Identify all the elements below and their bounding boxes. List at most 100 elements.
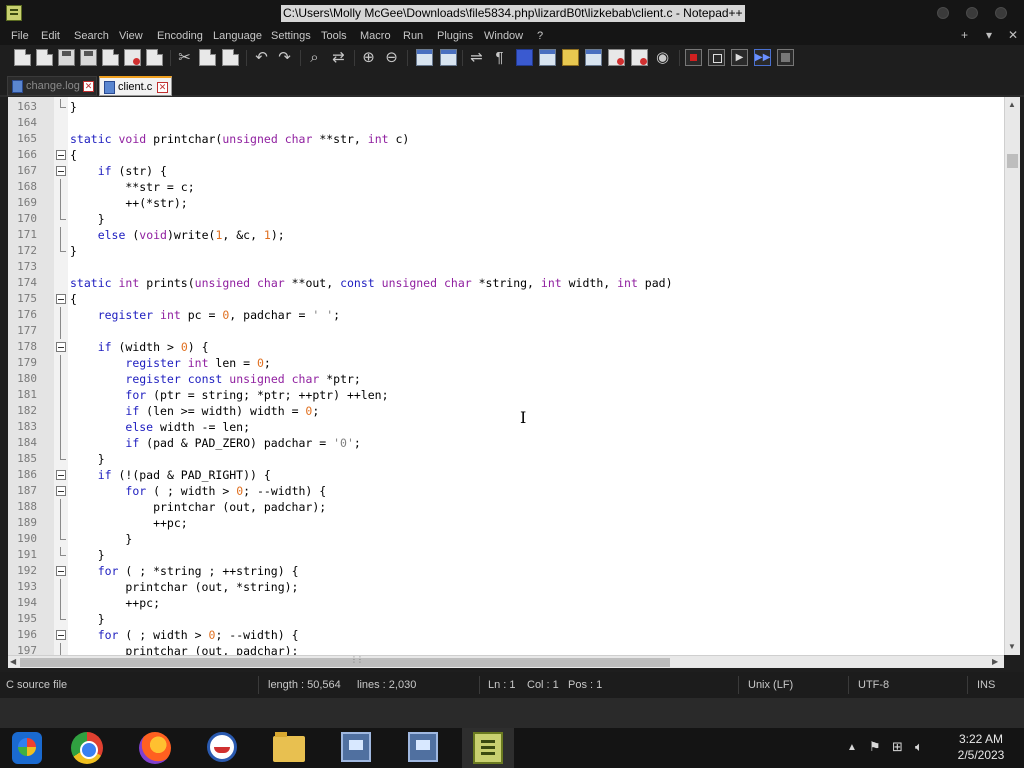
menu-macro[interactable]: Macro	[360, 29, 391, 43]
code-line[interactable]: 168 **str = c;	[8, 179, 1004, 195]
code-line[interactable]: 188 printchar (out, padchar);	[8, 499, 1004, 515]
word-wrap-icon[interactable]: ⇌	[468, 49, 485, 66]
indent-guide-icon[interactable]	[516, 49, 533, 66]
fold-toggle-icon[interactable]	[56, 342, 66, 352]
print-icon[interactable]	[146, 49, 163, 66]
fold-toggle-icon[interactable]	[56, 566, 66, 576]
close-window-button[interactable]	[995, 7, 1007, 19]
fold-toggle-icon[interactable]	[56, 294, 66, 304]
save-all-icon[interactable]	[80, 49, 97, 66]
show-hidden-icons-icon[interactable]: ▲	[847, 742, 857, 753]
menu-edit[interactable]: Edit	[41, 29, 60, 43]
code-line[interactable]: 175 {	[8, 291, 1004, 307]
record-macro-icon[interactable]	[685, 49, 702, 66]
notepadpp-app-icon[interactable]	[6, 5, 22, 21]
code-line[interactable]: 164	[8, 115, 1004, 131]
scroll-right-arrow-icon[interactable]: ▶	[992, 657, 998, 666]
code-line[interactable]: 195 }	[8, 611, 1004, 627]
volume-icon[interactable]: 🔈︎	[915, 739, 923, 755]
file-explorer-icon[interactable]	[273, 732, 305, 762]
menu-view[interactable]: View	[119, 29, 143, 43]
campaign-logo-app-icon[interactable]	[207, 732, 237, 762]
code-line[interactable]: 177	[8, 323, 1004, 339]
network-app-icon[interactable]	[341, 732, 371, 762]
fold-toggle-icon[interactable]	[56, 470, 66, 480]
code-editor[interactable]: 163} 164 165 static void printchar(unsigned…	[8, 97, 1004, 655]
code-line[interactable]: 176 register int pc = 0, padchar = ' ';	[8, 307, 1004, 323]
status-eol-format[interactable]: Unix (LF)	[748, 679, 793, 692]
close-file-icon[interactable]	[102, 49, 119, 66]
start-button-icon[interactable]	[12, 732, 42, 764]
tab-list-dropdown-button[interactable]: ▾	[986, 28, 992, 42]
menu-tools[interactable]: Tools	[321, 29, 347, 43]
fold-toggle-icon[interactable]	[56, 630, 66, 640]
code-line[interactable]: 186 if (!(pad & PAD_RIGHT)) {	[8, 467, 1004, 483]
sync-horizontal-scroll-icon[interactable]	[440, 49, 457, 66]
menu-encoding[interactable]: Encoding	[157, 29, 203, 43]
menu-file[interactable]: File	[11, 29, 29, 43]
menu-run[interactable]: Run	[403, 29, 423, 43]
paste-icon[interactable]	[222, 49, 239, 66]
status-insert-mode[interactable]: INS	[977, 679, 995, 692]
code-line[interactable]: 197 printchar (out, padchar);	[8, 643, 1004, 655]
stop-recording-icon[interactable]	[708, 49, 725, 66]
menu-help[interactable]: ?	[537, 29, 543, 43]
tab-client-c[interactable]: client.c ✕	[99, 76, 172, 96]
horizontal-scroll-thumb[interactable]	[20, 655, 670, 667]
undo-icon[interactable]: ↶	[253, 49, 270, 66]
scroll-up-arrow-icon[interactable]: ▲	[1008, 100, 1016, 109]
close-tab-icon[interactable]: ✕	[157, 82, 168, 93]
close-document-button[interactable]: ✕	[1008, 28, 1018, 42]
tab-change-log[interactable]: change.log ✕	[7, 76, 97, 96]
code-line[interactable]: 187 for ( ; width > 0; --width) {	[8, 483, 1004, 499]
code-line[interactable]: 167 if (str) {	[8, 163, 1004, 179]
document-map-icon[interactable]	[562, 49, 579, 66]
code-line[interactable]: 183 else width -= len;	[8, 419, 1004, 435]
code-line[interactable]: 189 ++pc;	[8, 515, 1004, 531]
code-line[interactable]: 182 if (len >= width) width = 0;	[8, 403, 1004, 419]
code-line[interactable]: 174 static int prints(unsigned char **out…	[8, 275, 1004, 291]
save-icon[interactable]	[58, 49, 75, 66]
define-language-icon[interactable]	[539, 49, 556, 66]
horizontal-scrollbar[interactable]: ◀ ▶	[8, 655, 1004, 668]
scroll-down-arrow-icon[interactable]: ▼	[1008, 642, 1016, 651]
code-line[interactable]: 193 printchar (out, *string);	[8, 579, 1004, 595]
code-line[interactable]: 179 register int len = 0;	[8, 355, 1004, 371]
new-tab-plus-button[interactable]: +	[961, 28, 968, 42]
code-line[interactable]: 169 ++(*str);	[8, 195, 1004, 211]
minimize-button[interactable]	[937, 7, 949, 19]
monitoring-eye-icon[interactable]: ◉	[654, 49, 671, 66]
folder-as-workspace-icon[interactable]	[608, 49, 625, 66]
replace-icon[interactable]: ⇄	[330, 49, 347, 66]
code-line[interactable]: 192 for ( ; *string ; ++string) {	[8, 563, 1004, 579]
document-list-icon[interactable]	[631, 49, 648, 66]
code-line[interactable]: 163}	[8, 99, 1004, 115]
run-macro-multiple-icon[interactable]: ▶▶	[754, 49, 771, 66]
code-line[interactable]: 196 for ( ; width > 0; --width) {	[8, 627, 1004, 643]
menu-window[interactable]: Window	[484, 29, 523, 43]
code-line[interactable]: 178 if (width > 0) {	[8, 339, 1004, 355]
close-all-icon[interactable]	[124, 49, 141, 66]
code-line[interactable]: 184 if (pad & PAD_ZERO) padchar = '0';	[8, 435, 1004, 451]
notepadpp-taskbar-icon[interactable]	[473, 732, 503, 764]
code-line[interactable]: 166 {	[8, 147, 1004, 163]
status-encoding[interactable]: UTF-8	[858, 679, 889, 692]
maximize-button[interactable]	[966, 7, 978, 19]
open-file-icon[interactable]	[36, 49, 53, 66]
fold-toggle-icon[interactable]	[56, 150, 66, 160]
menu-language[interactable]: Language	[213, 29, 262, 43]
scroll-left-arrow-icon[interactable]: ◀	[10, 657, 16, 666]
playback-macro-icon[interactable]: ▶	[731, 49, 748, 66]
sync-vertical-scroll-icon[interactable]	[416, 49, 433, 66]
system-clock[interactable]: 3:22 AM 2/5/2023	[946, 731, 1016, 763]
code-line[interactable]: 194 ++pc;	[8, 595, 1004, 611]
code-line[interactable]: 190 }	[8, 531, 1004, 547]
cut-icon[interactable]: ✂	[176, 49, 193, 66]
close-tab-icon[interactable]: ✕	[83, 81, 94, 92]
vertical-scrollbar[interactable]: ▲ ▼	[1004, 97, 1020, 655]
code-line[interactable]: 191 }	[8, 547, 1004, 563]
menu-plugins[interactable]: Plugins	[437, 29, 473, 43]
zoom-in-icon[interactable]: ⊕	[360, 49, 377, 66]
code-line[interactable]: 165 static void printchar(unsigned char *…	[8, 131, 1004, 147]
network-icon[interactable]: ⊞	[892, 739, 903, 755]
